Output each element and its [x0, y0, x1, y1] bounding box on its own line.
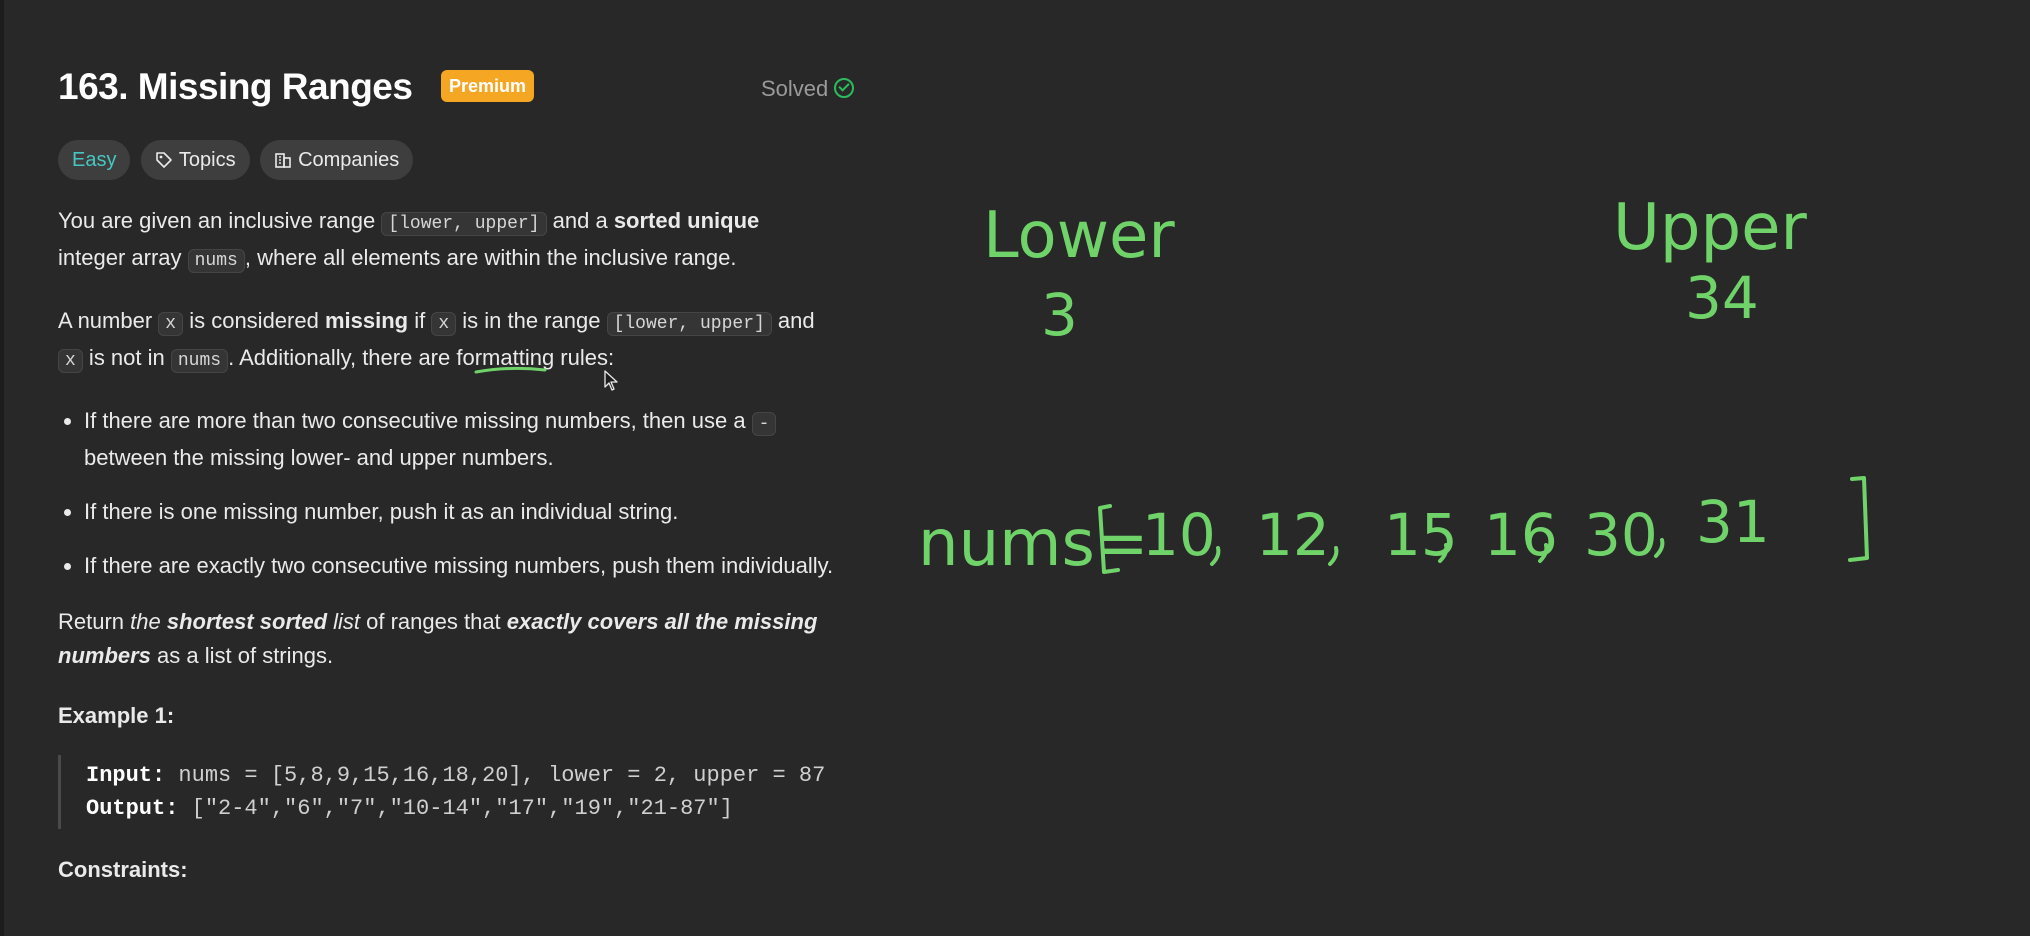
upper-label: Upper — [1613, 191, 1807, 265]
nums-value: 10 — [1142, 501, 1216, 569]
whiteboard-annotations: Lower 3 Upper 34 nums= 10 12 15 16 30 31 — [474, 191, 1869, 581]
lower-label: Lower — [983, 199, 1175, 273]
nums-value: 15 — [1384, 501, 1458, 569]
lower-value: 3 — [1041, 281, 1078, 349]
close-bracket — [1848, 476, 1869, 562]
comma — [1328, 546, 1339, 566]
nums-value: 12 — [1256, 501, 1330, 569]
nums-value: 31 — [1696, 488, 1770, 556]
formatting-underline — [474, 366, 547, 374]
upper-value: 34 — [1685, 264, 1759, 332]
nums-value: 16 — [1484, 501, 1558, 569]
nums-value: 30 — [1584, 501, 1658, 569]
